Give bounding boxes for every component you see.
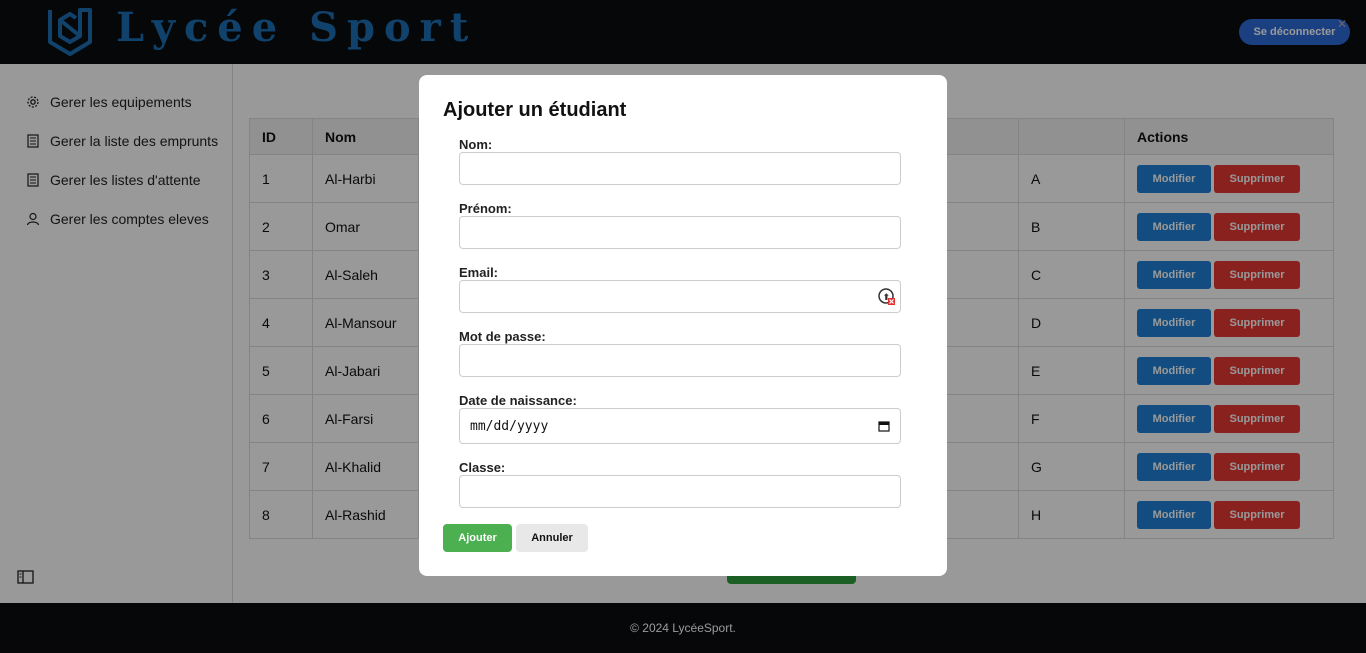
password-label: Mot de passe:: [459, 329, 546, 344]
birthdate-label: Date de naissance:: [459, 393, 577, 408]
nom-label: Nom:: [459, 137, 493, 152]
add-student-modal: Ajouter un étudiant Nom: Prénom: Email: …: [419, 75, 947, 576]
calendar-icon[interactable]: [878, 420, 890, 432]
birthdate-input[interactable]: mm/dd/yyyy: [459, 408, 901, 444]
classe-label: Classe:: [459, 460, 506, 475]
password-manager-icon[interactable]: ⬆: [878, 288, 896, 306]
email-label: Email:: [459, 265, 499, 280]
classe-input[interactable]: [459, 475, 901, 508]
prenom-label: Prénom:: [459, 201, 512, 216]
nom-input[interactable]: [459, 152, 901, 185]
cancel-button[interactable]: Annuler: [516, 524, 588, 552]
birthdate-placeholder: mm/dd/yyyy: [470, 418, 549, 434]
submit-button[interactable]: Ajouter: [443, 524, 512, 552]
prenom-input[interactable]: [459, 216, 901, 249]
password-input[interactable]: [459, 344, 901, 377]
modal-title: Ajouter un étudiant: [443, 99, 627, 121]
email-input[interactable]: [459, 280, 901, 313]
